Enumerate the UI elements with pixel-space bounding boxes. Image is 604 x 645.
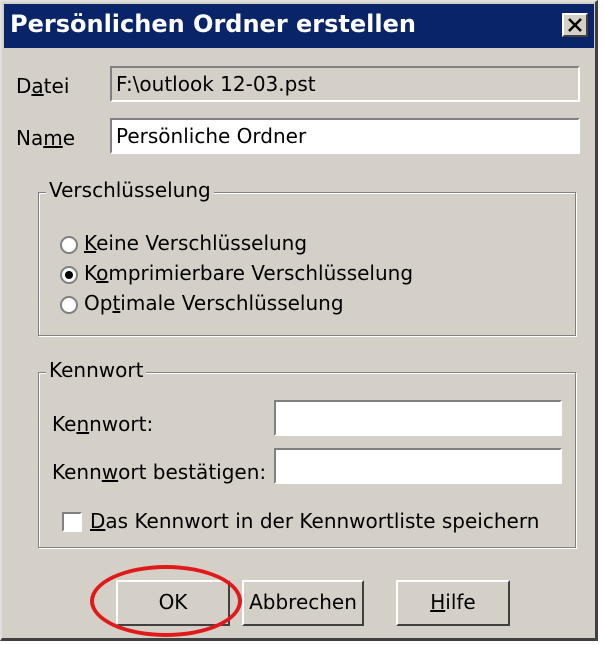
radio-selected-dot: [65, 271, 73, 279]
title-bar[interactable]: Persönlichen Ordner erstellen: [4, 4, 594, 48]
highlight-ellipse: [90, 565, 242, 637]
radio-compressible-label: Komprimierbare Verschlüsselung: [84, 261, 414, 285]
name-label: Name: [16, 126, 76, 150]
radio-none[interactable]: [60, 236, 78, 254]
password-label: Kennwort:: [52, 412, 154, 436]
radio-compressible[interactable]: [60, 266, 78, 284]
encryption-legend: Verschlüsselung: [46, 178, 214, 202]
radio-none-label: Keine Verschlüsselung: [84, 231, 308, 255]
file-label: Datei: [16, 74, 70, 98]
help-button[interactable]: Hilfe: [396, 580, 510, 626]
password-input[interactable]: [274, 400, 562, 436]
confirm-password-label: Kennwort bestätigen:: [52, 460, 267, 484]
file-path-field: F:\outlook 12-03.pst: [110, 66, 580, 102]
save-password-checkbox[interactable]: [62, 512, 82, 532]
cancel-button[interactable]: Abbrechen: [242, 580, 364, 626]
password-legend: Kennwort: [46, 358, 147, 382]
radio-optimal-label: Optimale Verschlüsselung: [84, 291, 344, 315]
create-personal-folder-dialog: Persönlichen Ordner erstellen Datei F:\o…: [0, 0, 598, 641]
close-button[interactable]: [562, 13, 588, 37]
window-title: Persönlichen Ordner erstellen: [10, 10, 416, 38]
save-password-label: Das Kennwort in der Kennwortliste speich…: [90, 509, 540, 533]
name-input[interactable]: Persönliche Ordner: [110, 118, 580, 154]
close-icon: [568, 18, 582, 32]
radio-optimal[interactable]: [60, 296, 78, 314]
confirm-password-input[interactable]: [274, 448, 562, 484]
